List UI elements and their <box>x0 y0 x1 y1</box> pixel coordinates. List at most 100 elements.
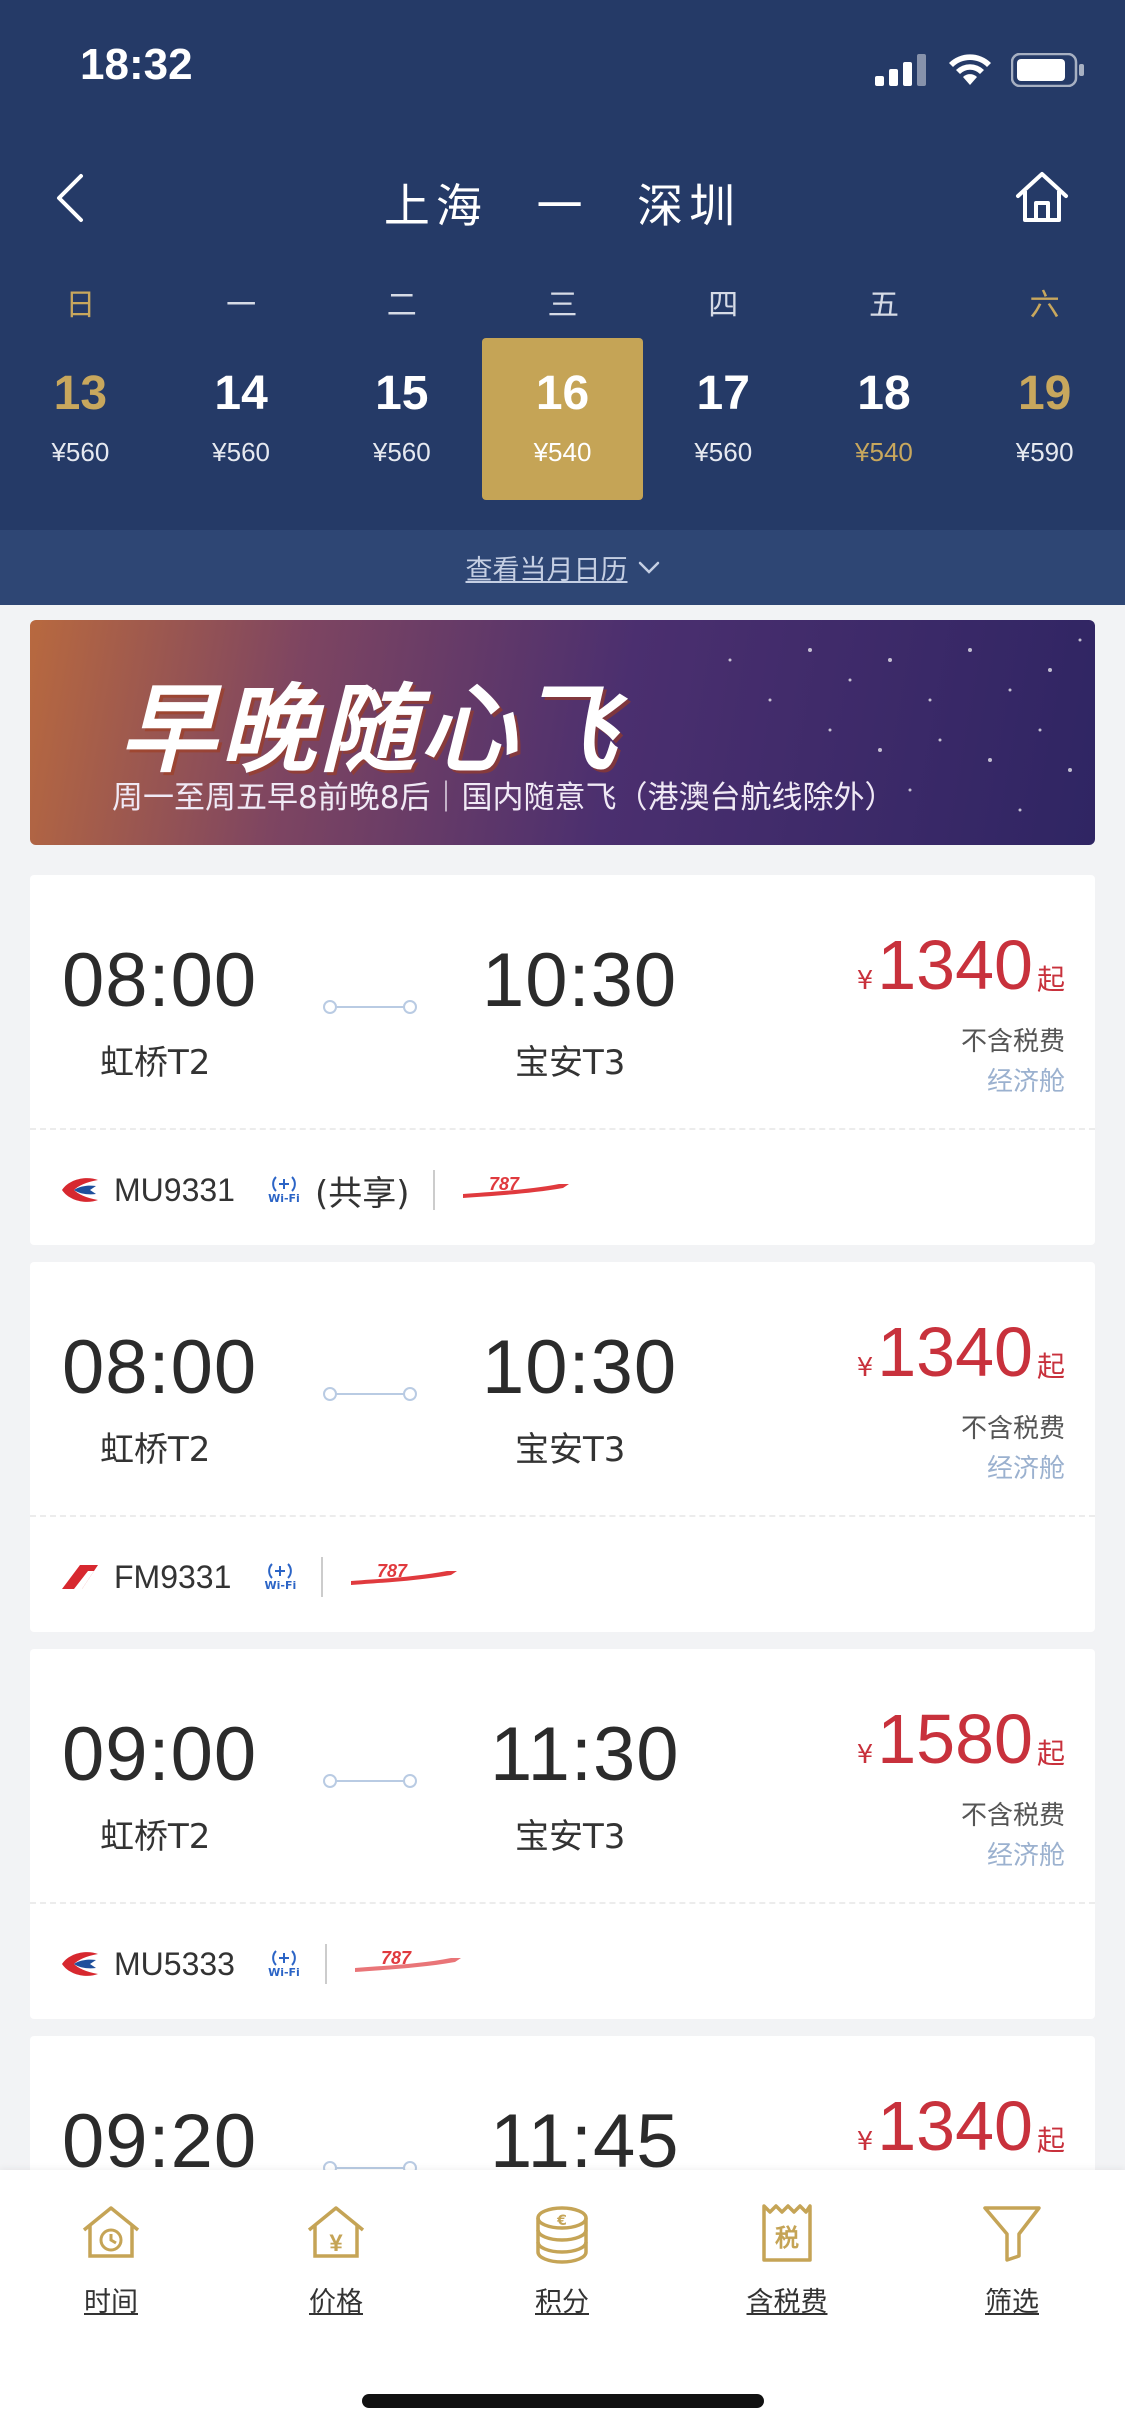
flight-card[interactable]: 09:00 虹桥T2 11:30 宝安T3 ¥ 1580 起 不含税费 经济舱 … <box>30 1649 1095 2019</box>
home-indicator[interactable] <box>362 2394 764 2408</box>
price-from-suffix: 起 <box>1036 1737 1065 1770</box>
points-icon-glyph: € <box>556 2213 567 2229</box>
china-eastern-logo-icon <box>60 1170 100 1210</box>
date-item-selected[interactable]: 16 ¥540 <box>482 338 643 500</box>
shanghai-airlines-logo-icon <box>60 1557 100 1597</box>
promo-banner[interactable]: 早晚随心飞 周一至周五早8前晚8后｜国内随意飞（港澳台航线除外） <box>30 620 1095 845</box>
tab-label: 价格 <box>309 2287 363 2318</box>
wifi-icon: Wi-Fi <box>267 1175 301 1205</box>
departure-time: 08:00 <box>62 938 258 1023</box>
date-price: ¥590 <box>1015 437 1074 467</box>
date-selector: 13 ¥560 14 ¥560 15 ¥560 16 ¥540 17 ¥560 … <box>0 338 1125 500</box>
route-connector-icon <box>323 1000 417 1014</box>
flight-info-row: MU9331 Wi-Fi (共享) 787 <box>60 1155 571 1225</box>
weekday-label: 三 <box>547 288 578 323</box>
home-icon <box>1016 172 1068 222</box>
tax-icon-glyph: 税 <box>775 2224 799 2252</box>
wifi-icon <box>949 54 991 85</box>
tax-note: 不含税费 <box>960 1801 1065 1831</box>
tab-label: 积分 <box>535 2287 589 2318</box>
date-price: ¥560 <box>212 437 270 467</box>
weekday-label: 日 <box>65 288 96 323</box>
codeshare-label: (共享) <box>314 1173 410 1214</box>
chevron-down-icon <box>638 561 659 574</box>
date-item[interactable]: 18 ¥540 <box>804 338 965 500</box>
aircraft-type-label: 787 <box>381 1948 412 1968</box>
departure-time: 08:00 <box>62 1325 258 1410</box>
home-button[interactable] <box>1009 164 1075 230</box>
currency-symbol: ¥ <box>856 1740 874 1770</box>
date-price: ¥560 <box>694 437 753 467</box>
date-day: 16 <box>535 367 590 420</box>
date-price: ¥540 <box>855 437 913 467</box>
flight-info-row: FM9331 Wi-Fi 787 <box>60 1542 459 1612</box>
date-item[interactable]: 17 ¥560 <box>643 338 804 500</box>
date-item[interactable]: 14 ¥560 <box>161 338 322 500</box>
price-icon-glyph: ¥ <box>329 2230 343 2257</box>
header: 18:32 上海 一 深圳 日 一 二 三 四 五 六 13 ¥560 14 ¥… <box>0 0 1125 530</box>
date-item[interactable]: 15 ¥560 <box>321 338 482 500</box>
flight-card[interactable]: 08:00 虹桥T2 10:30 宝安T3 ¥ 1340 起 不含税费 经济舱 … <box>30 875 1095 1245</box>
wifi-label: Wi-Fi <box>268 1966 300 1979</box>
tab-label: 筛选 <box>985 2287 1039 2318</box>
date-item[interactable]: 19 ¥590 <box>964 338 1125 500</box>
status-icons <box>875 50 1085 90</box>
arrival-airport: 宝安T3 <box>515 1817 626 1857</box>
tab-filter[interactable]: 筛选 <box>942 2200 1082 2319</box>
weekday-label: 四 <box>708 288 739 323</box>
arrival-time: 11:30 <box>490 1712 680 1797</box>
aircraft-type-label: 787 <box>377 1561 408 1581</box>
date-day: 19 <box>1017 367 1072 420</box>
aircraft-type-label: 787 <box>489 1174 520 1194</box>
currency-symbol: ¥ <box>856 966 874 996</box>
status-bar: 18:32 <box>0 0 1125 135</box>
price: ¥ 1340 起 <box>857 2086 1065 2166</box>
calendar-link-bar: 查看当月日历 <box>0 530 1125 605</box>
currency-symbol: ¥ <box>856 1353 874 1383</box>
destination-city: 深圳 <box>637 179 742 233</box>
price-from-suffix: 起 <box>1036 1350 1065 1383</box>
cabin-class: 经济舱 <box>986 1454 1065 1484</box>
origin-city: 上海 <box>383 179 488 233</box>
wifi-icon: Wi-Fi <box>263 1562 297 1592</box>
weekday-label: 五 <box>868 288 899 323</box>
nav-bar: 上海 一 深圳 <box>0 150 1125 240</box>
tab-price[interactable]: ¥ 价格 <box>266 2200 406 2319</box>
departure-airport: 虹桥T2 <box>100 1817 211 1857</box>
card-divider <box>30 1902 1095 1904</box>
banner-subtitle: 周一至周五早8前晚8后｜国内随意飞（港澳台航线除外） <box>112 780 896 816</box>
date-item[interactable]: 13 ¥560 <box>0 338 161 500</box>
weekday-label: 六 <box>1029 288 1060 323</box>
price: ¥ 1580 起 <box>857 1699 1065 1779</box>
view-month-calendar-link[interactable]: 查看当月日历 <box>466 548 660 587</box>
cabin-class: 经济舱 <box>986 1067 1065 1097</box>
card-divider <box>30 1515 1095 1517</box>
tax-note: 不含税费 <box>960 1414 1065 1444</box>
filter-funnel-icon <box>979 2200 1045 2266</box>
price-value: 1340 <box>877 2087 1033 2165</box>
date-day: 14 <box>214 367 268 420</box>
flight-card[interactable]: 08:00 虹桥T2 10:30 宝安T3 ¥ 1340 起 不含税费 经济舱 … <box>30 1262 1095 1632</box>
clock-house-icon <box>78 2200 144 2266</box>
price-house-icon: ¥ <box>303 2200 369 2266</box>
date-price: ¥560 <box>51 437 110 467</box>
departure-time: 09:00 <box>62 1712 258 1797</box>
info-divider <box>433 1170 436 1210</box>
battery-icon <box>1011 53 1084 87</box>
tab-time[interactable]: 时间 <box>41 2200 181 2319</box>
tab-points[interactable]: € 积分 <box>492 2200 632 2319</box>
wifi-icon: Wi-Fi <box>267 1949 301 1979</box>
flight-number: MU9331 <box>114 1171 235 1208</box>
tax-note: 不含税费 <box>960 1027 1065 1057</box>
date-price: ¥560 <box>372 437 431 467</box>
route-dash: 一 <box>536 179 589 233</box>
signal-icon <box>875 54 926 86</box>
card-divider <box>30 1128 1095 1130</box>
calendar-link-label: 查看当月日历 <box>465 555 628 586</box>
info-divider <box>321 1557 324 1597</box>
tab-tax-included[interactable]: 税 含税费 <box>717 2200 857 2319</box>
coins-icon: € <box>529 2200 595 2266</box>
currency-symbol: ¥ <box>856 2127 874 2157</box>
price: ¥ 1340 起 <box>857 1312 1065 1392</box>
tax-receipt-icon: 税 <box>754 2200 820 2266</box>
